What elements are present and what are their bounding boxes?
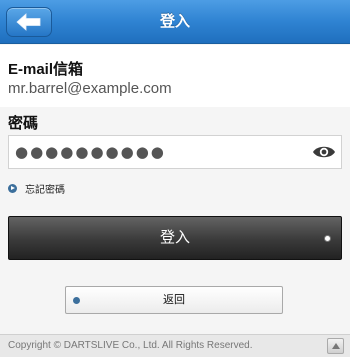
password-section: 密碼	[0, 107, 350, 172]
page-title: 登入	[159, 13, 190, 30]
dot-icon	[324, 235, 331, 242]
login-button-label: 登入	[159, 229, 190, 246]
footer: Copyright © DARTSLIVE Co., Ltd. All Righ…	[0, 334, 350, 357]
app-header: 登入	[0, 0, 350, 44]
arrow-up-icon[interactable]	[327, 338, 344, 354]
return-button-label: 返回	[163, 294, 185, 306]
forgot-password-link[interactable]: 忘記密碼	[8, 180, 65, 196]
password-input[interactable]	[9, 136, 304, 168]
bullet-arrow-icon	[8, 183, 17, 193]
arrow-left-icon	[16, 13, 41, 31]
email-value: mr.barrel@example.com	[8, 80, 172, 97]
password-field-wrapper	[8, 135, 342, 169]
back-button[interactable]	[6, 7, 52, 37]
email-label: E-mail信箱	[8, 61, 84, 78]
eye-icon[interactable]	[311, 142, 337, 162]
email-section: E-mail信箱 mr.barrel@example.com	[0, 45, 350, 107]
login-button[interactable]: 登入	[8, 216, 342, 260]
return-button[interactable]: 返回	[65, 286, 283, 314]
forgot-password-label: 忘記密碼	[25, 184, 65, 196]
copyright-text: Copyright © DARTSLIVE Co., Ltd. All Righ…	[8, 340, 253, 351]
password-label: 密碼	[8, 115, 39, 132]
